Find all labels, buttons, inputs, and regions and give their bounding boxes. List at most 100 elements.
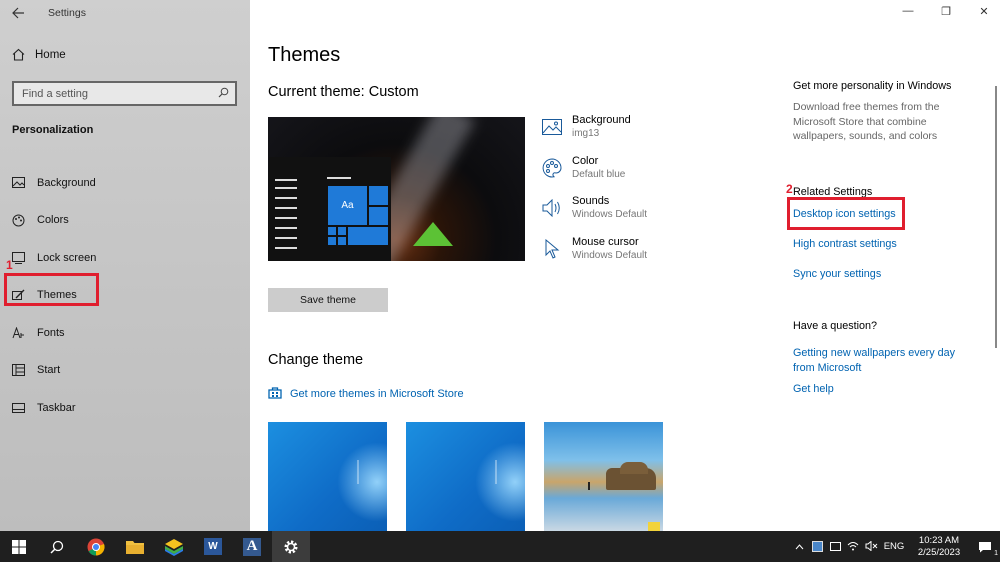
system-tray: ENG 10:23 AM 2/25/2023 1 [790,531,1000,562]
theme-preview: Aa [268,117,525,261]
sidebar-item-background[interactable]: Background [0,164,250,202]
preview-tile-label: Aa [327,185,368,226]
notification-icon [979,541,991,552]
annotation-box-themes [4,273,99,306]
lock-screen-icon [12,251,25,264]
attr-name: Mouse cursor [572,235,639,248]
search-taskbar-button[interactable] [38,531,76,562]
search-input[interactable] [22,87,202,100]
sidebar-item-lock-screen[interactable]: Lock screen [0,239,250,277]
windows-logo-icon [357,460,379,484]
attr-name: Color [572,154,599,167]
personality-heading: Get more personality in Windows [793,80,952,92]
sidebar-item-label: Start [37,364,61,377]
chevron-up-icon[interactable] [790,542,808,552]
wifi-icon[interactable] [844,541,862,553]
scrollbar[interactable] [995,86,997,348]
restore-icon[interactable]: ❐ [940,5,952,18]
search-icon [50,540,64,554]
search-icon[interactable] [218,87,229,101]
start-menu-preview: Aa [269,157,391,261]
bluestacks-taskbar-icon[interactable] [155,531,193,562]
theme-attr-background[interactable]: Background img13 [542,114,702,155]
page-title: Themes [268,44,341,66]
sidebar-item-label: Taskbar [37,401,76,414]
volume-muted-icon[interactable] [862,539,880,553]
attr-name: Sounds [572,195,610,207]
settings-taskbar-icon[interactable] [272,531,310,562]
windows-logo-icon [495,460,517,484]
windows-start-icon [12,539,26,554]
attr-name: Background [572,114,631,126]
theme-attr-mouse-cursor[interactable]: Mouse cursor Windows Default [542,236,702,277]
notification-button[interactable]: 1 [970,541,1000,557]
current-theme-heading: Current theme: Custom [268,84,419,100]
change-theme-heading: Change theme [268,352,364,368]
home-icon [12,48,25,61]
file-explorer-taskbar-icon[interactable] [116,531,154,562]
section-heading: Personalization [12,124,94,136]
tray-app-icon[interactable] [808,541,826,552]
language-indicator[interactable]: ENG [880,541,908,552]
font-app-taskbar-icon[interactable]: A [233,531,271,562]
palette-icon [12,214,25,227]
tray-keyboard-icon[interactable] [826,542,844,551]
palette-icon [542,157,562,178]
speaker-icon [542,198,562,218]
theme-thumbnail-windows[interactable] [268,422,387,531]
word-taskbar-icon[interactable]: W [194,531,232,562]
store-bag-icon [268,386,282,402]
word-icon: W [204,538,222,555]
attr-value: img13 [572,128,600,139]
theme-thumbnail-beach[interactable] [544,422,663,531]
sidebar-item-label: Colors [37,214,69,227]
sidebar-item-taskbar[interactable]: Taskbar [0,389,250,427]
store-link[interactable]: Get more themes in Microsoft Store [268,386,464,402]
sidebar: Settings Home Personalization Background… [0,0,250,531]
home-nav-item[interactable]: Home [12,48,66,61]
title-bar: Settings [12,7,86,19]
attr-value: Windows Default [572,209,648,220]
minimize-icon[interactable]: — [902,5,914,18]
sidebar-item-start[interactable]: Start [0,352,250,390]
get-help-link[interactable]: Get help [793,382,834,397]
theme-thumbnail-windows-light[interactable] [406,422,525,531]
sidebar-item-fonts[interactable]: Fonts [0,314,250,352]
desktop-icon-settings-link[interactable]: Desktop icon settings [793,207,896,222]
taskbar-icon [12,401,25,414]
sidebar-item-label: Lock screen [37,251,97,264]
back-arrow-icon[interactable] [12,7,26,19]
annotation-step-2: 2 [786,182,793,196]
high-contrast-settings-link[interactable]: High contrast settings [793,237,897,252]
personality-description: Download free themes from the Microsoft … [793,101,940,142]
gear-icon [284,540,298,553]
window-controls: — ❐ ✕ [902,5,990,18]
notification-count: 1 [994,549,998,557]
cursor-icon [542,238,562,259]
question-heading: Have a question? [793,320,878,332]
sidebar-item-label: Fonts [37,326,65,339]
app-title: Settings [48,7,86,19]
font-app-icon: A [243,537,261,556]
tent-decoration [413,222,453,246]
search-box[interactable] [12,81,237,106]
chrome-taskbar-icon[interactable] [77,531,115,562]
sidebar-item-colors[interactable]: Colors [0,202,250,240]
background-icon [12,176,25,189]
picture-icon [542,117,562,137]
main-content: — ❐ ✕ Themes Current theme: Custom Aa Ba… [250,0,1000,531]
start-button[interactable] [0,531,38,562]
theme-attributes: Background img13 Color Default blue Soun… [542,114,702,276]
save-theme-button[interactable]: Save theme [268,288,388,312]
attr-value: Windows Default [572,249,648,261]
fonts-icon [12,326,25,339]
new-wallpapers-link[interactable]: Getting new wallpapers every day from Mi… [793,346,968,375]
close-icon[interactable]: ✕ [978,5,990,18]
theme-attr-sounds[interactable]: Sounds Windows Default [542,195,702,236]
clock-date: 2/25/2023 [917,546,961,558]
sync-settings-link[interactable]: Sync your settings [793,267,881,282]
clock[interactable]: 10:23 AM 2/25/2023 [908,535,970,559]
taskbar: W A ENG 10:23 AM 2/25/2023 1 [0,531,1000,562]
theme-attr-color[interactable]: Color Default blue [542,155,702,196]
clock-time: 10:23 AM [918,534,960,546]
